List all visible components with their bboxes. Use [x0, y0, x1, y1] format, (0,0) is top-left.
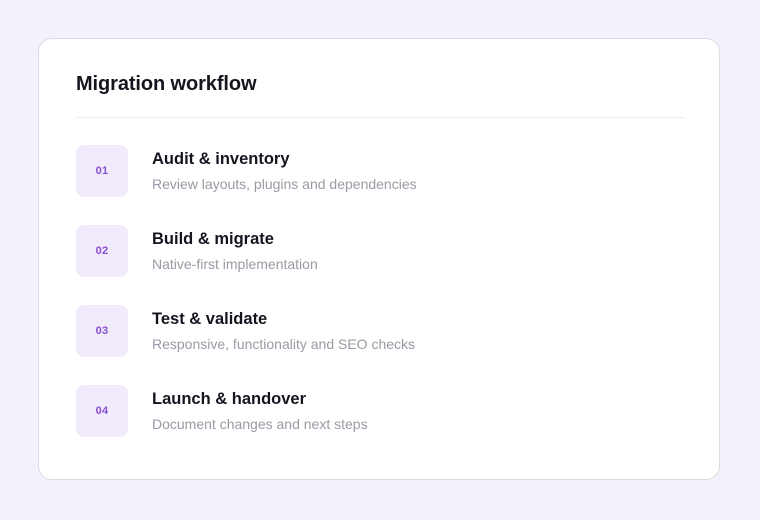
step-item: 03 Test & validate Responsive, functiona…	[76, 305, 685, 385]
step-description: Document changes and next steps	[152, 416, 368, 432]
step-item: 02 Build & migrate Native-first implemen…	[76, 225, 685, 305]
step-number-badge: 02	[76, 225, 128, 277]
step-item: 04 Launch & handover Document changes an…	[76, 385, 685, 465]
workflow-card: Migration workflow 01 Audit & inventory …	[38, 38, 720, 480]
step-title: Build & migrate	[152, 230, 274, 248]
card-title: Migration workflow	[76, 73, 257, 95]
title-divider	[76, 117, 685, 118]
step-number-badge: 04	[76, 385, 128, 437]
step-description: Native-first implementation	[152, 256, 318, 272]
page-frame: Migration workflow 01 Audit & inventory …	[0, 0, 760, 520]
step-description: Responsive, functionality and SEO checks	[152, 336, 416, 352]
step-title: Test & validate	[152, 310, 268, 328]
step-title: Launch & handover	[152, 390, 307, 408]
step-item: 01 Audit & inventory Review layouts, plu…	[76, 145, 685, 225]
step-number-badge: 03	[76, 305, 128, 357]
step-description: Review layouts, plugins and dependencies	[152, 176, 417, 192]
step-number-badge: 01	[76, 145, 128, 197]
step-list: 01 Audit & inventory Review layouts, plu…	[76, 145, 685, 465]
step-title: Audit & inventory	[152, 150, 290, 168]
